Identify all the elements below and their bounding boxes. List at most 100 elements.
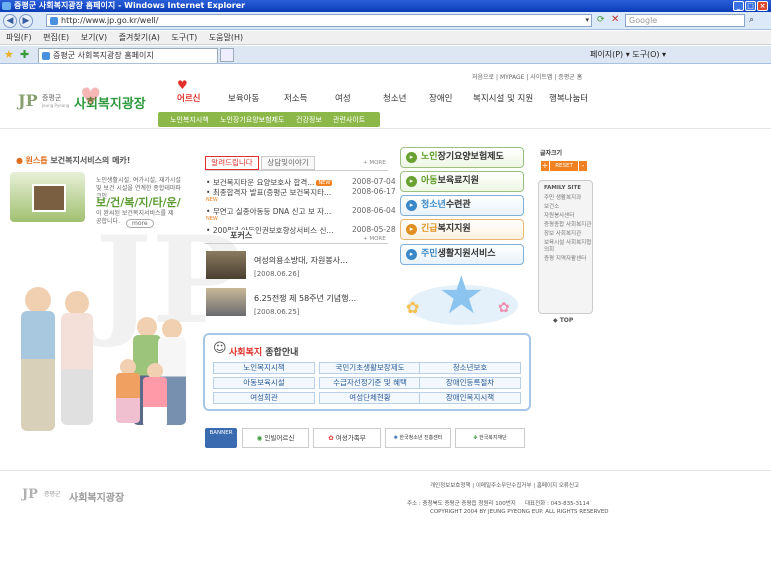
stop-icon[interactable]: ✕ (611, 14, 619, 25)
toolbar-right[interactable]: 페이지(P) ▾ 도구(O) ▾ (590, 49, 666, 61)
window-titlebar: 증평군 사회복지광장 홈페이지 - Windows Internet Explo… (0, 0, 771, 12)
service-childcare-support[interactable]: ▸ 아동보육료지원 (400, 171, 524, 192)
banner-mogef[interactable]: ✿ 여성가족부 (313, 428, 381, 448)
footer-logo-title: 사회복지광장 (69, 493, 125, 504)
font-increase-button[interactable]: + (541, 161, 549, 171)
back-button[interactable]: ◀ (3, 14, 17, 28)
search-icon[interactable]: ⌕ (749, 15, 754, 25)
family-site-title: FAMILY SITE (544, 185, 581, 191)
tab-counseling[interactable]: 상담및이야기 (261, 156, 315, 170)
footer-error-report-link[interactable]: 홈페이지 오류신고 (537, 483, 579, 489)
add-favorite-icon[interactable]: ✚ (20, 48, 29, 61)
subnav-health-info[interactable]: 건강정보 (296, 115, 322, 125)
service-resident-support[interactable]: ▸ 주민생활지원서비스 (400, 244, 524, 265)
building-photo (10, 172, 85, 222)
close-button[interactable]: × (757, 1, 768, 11)
family-link[interactable]: 증평종합 사회복지관 (544, 222, 592, 229)
menu-file[interactable]: 파일(F) (6, 33, 32, 42)
site-logo[interactable]: JP 증평군 Jeung Pyeong 사회복지광장 ♥ (18, 83, 148, 119)
new-badge: NEW (316, 180, 333, 186)
family-link[interactable]: 장보 사회복지관 (544, 231, 592, 238)
focus-photo[interactable] (206, 288, 246, 316)
page-icon (42, 52, 50, 60)
font-decrease-button[interactable]: - (579, 161, 587, 171)
service-ltc-insurance[interactable]: ▸ 노인장기요양보험제도 (400, 147, 524, 168)
news-more-link[interactable]: + MORE (363, 160, 386, 166)
family-link[interactable]: 주민 생활복지과 (544, 195, 592, 202)
subnav-ltc-insurance[interactable]: 노인장기요양보험제도 (220, 115, 284, 125)
nav-senior[interactable]: 어르신 (177, 92, 200, 104)
util-county[interactable]: 증평군 홈 (558, 74, 582, 81)
nav-facilities[interactable]: 복지시설 및 지원 (473, 92, 533, 104)
browser-tab[interactable]: 증평군 사회복지광장 홈페이지 (38, 48, 218, 63)
util-home[interactable]: 처음으로 (472, 74, 494, 81)
tab-notices[interactable]: 알려드립니다 (205, 156, 259, 170)
footer: 개인정보보호정책 | 이메일주소무단수집거부 | 홈페이지 오류신고 JP 증평… (0, 470, 771, 587)
focus-photo[interactable] (206, 251, 246, 279)
banner-youth-agency[interactable]: ✺ 한국청소년 진흥센터 (385, 428, 451, 448)
search-input[interactable]: Google (625, 14, 745, 27)
focus-more-link[interactable]: + MORE (363, 236, 386, 242)
tab-bar: ★ ✚ 증평군 사회복지광장 홈페이지 페이지(P) ▾ 도구(O) ▾ (0, 46, 771, 64)
font-reset-button[interactable]: RESET (550, 161, 578, 171)
focus-item[interactable]: 6.25전쟁 제 58주년 기념행... [2008.06.25] (254, 293, 356, 316)
family-link[interactable]: 증평 지역자활센터 (544, 256, 592, 263)
guide-womens-center[interactable]: 여성회관 (213, 392, 315, 404)
menu-view[interactable]: 보기(V) (81, 33, 107, 42)
nav-youth[interactable]: 청소년 (383, 92, 406, 104)
forward-button[interactable]: ▶ (19, 14, 33, 28)
address-input[interactable]: http://www.jp.go.kr/well/ ▾ (46, 14, 592, 27)
guide-senior-policy[interactable]: 노인복지시책 (213, 362, 315, 374)
service-youth-center[interactable]: ▸ 청소년수련관 (400, 195, 524, 216)
refresh-icon[interactable]: ⟳ (597, 15, 605, 25)
guide-childcare-facilities[interactable]: 아동보육시설 (213, 377, 315, 389)
arrow-icon: ▸ (406, 176, 417, 187)
guide-disability-policy[interactable]: 장애인복지시책 (419, 392, 521, 404)
arrow-icon: ▸ (406, 152, 417, 163)
address-dropdown-icon[interactable]: ▾ (585, 15, 589, 26)
focus-item[interactable]: 여성의용소방대, 자원봉사... [2008.06.26] (254, 255, 348, 278)
nav-women[interactable]: 여성 (335, 92, 351, 104)
menu-bar: 파일(F) 편집(E) 보기(V) 즐겨찾기(A) 도구(T) 도움말(H) (0, 31, 771, 45)
menu-help[interactable]: 도움말(H) (209, 33, 243, 42)
family-link[interactable]: 보건소 (544, 204, 592, 211)
mascot-illustration: ★ ✿ ✿ (398, 270, 528, 335)
address-bar-row: ◀ ▶ http://www.jp.go.kr/well/ ▾ ⟳ ✕ Goog… (0, 12, 771, 30)
minimize-button[interactable]: _ (733, 1, 744, 11)
top-button[interactable]: ◆ TOP (553, 317, 573, 324)
nav-child[interactable]: 보육아동 (228, 92, 259, 104)
more-button[interactable]: more (126, 219, 154, 228)
subnav-related-sites[interactable]: 관련사이트 (333, 115, 365, 125)
banner-welfare-foundation[interactable]: ✤ 한국복지재단 (455, 428, 525, 448)
menu-favorites[interactable]: 즐겨찾기(A) (119, 33, 160, 42)
banner-invil-senior[interactable]: ◉ 인빌어르신 (242, 428, 309, 448)
nav-disabled[interactable]: 장애인 (429, 92, 452, 104)
guide-recipient-criteria[interactable]: 수급자선정기준 및 혜택 (319, 377, 421, 389)
guide-youth-protection[interactable]: 청소년보호 (419, 362, 521, 374)
focus-heading: 포커스 (228, 230, 255, 241)
favorites-star-icon[interactable]: ★ (4, 48, 14, 61)
menu-tools[interactable]: 도구(T) (171, 33, 197, 42)
welfare-guide-panel: ☺ 사회복지 종합안내 노인복지시책 국민기초생활보장제도 청소년보호 아동보육… (203, 333, 531, 411)
util-mypage[interactable]: MYPAGE (500, 74, 525, 81)
service-emergency-welfare[interactable]: ▸ 긴급복지지원 (400, 219, 524, 240)
family-link[interactable]: 보육시설 사회복지협의회 (544, 240, 592, 254)
footer-privacy-link[interactable]: 개인정보보호정책 (430, 483, 470, 489)
nav-sharing[interactable]: 행복나눔터 (549, 92, 588, 104)
menu-edit[interactable]: 편집(E) (43, 33, 69, 42)
guide-title: 사회복지 종합안내 (229, 348, 299, 358)
util-sitemap[interactable]: 사이트맵 (530, 74, 552, 81)
new-tab-button[interactable] (220, 48, 234, 62)
maximize-button[interactable]: □ (745, 1, 756, 11)
nav-low-income[interactable]: 저소득 (284, 92, 307, 104)
footer-email-policy-link[interactable]: 이메일주소무단수집거부 (476, 483, 532, 489)
footer-copyright: COPYRIGHT 2004 BY JEUNG PYEONG EUP. ALL … (430, 509, 609, 515)
header-divider (0, 128, 771, 129)
guide-womens-groups[interactable]: 여성단체현황 (319, 392, 421, 404)
footer-address: 주소 : 충청북도 증평군 증평읍 청원리 100번지 (407, 501, 516, 507)
guide-disability-registration[interactable]: 장애인등록절차 (419, 377, 521, 389)
family-illustration (15, 275, 195, 460)
subnav-senior-policy[interactable]: 노인복지시책 (170, 115, 209, 125)
family-link[interactable]: 자원봉사센터 (544, 213, 592, 220)
guide-basic-livelihood[interactable]: 국민기초생활보장제도 (319, 362, 421, 374)
